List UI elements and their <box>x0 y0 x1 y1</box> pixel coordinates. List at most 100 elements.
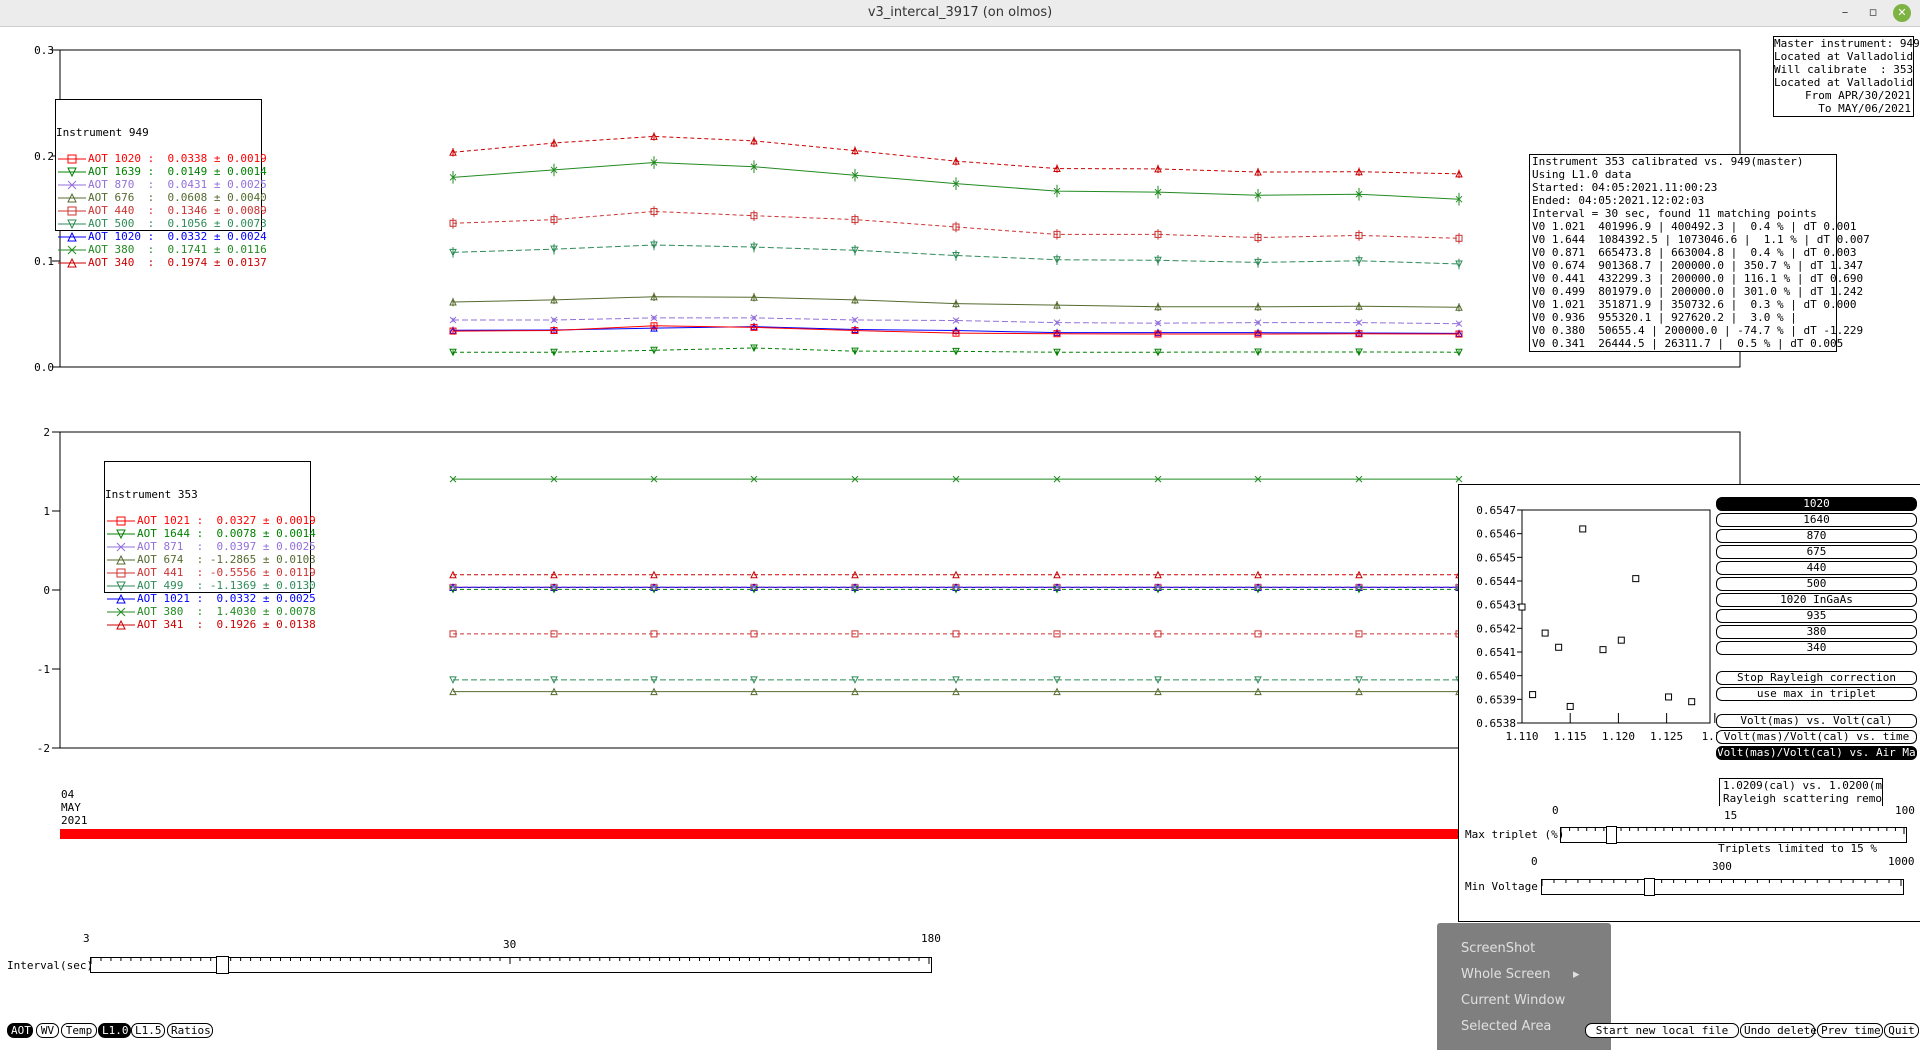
bottom-plot-y-axis: 2 1 0 -1 -2 <box>37 426 60 755</box>
interval-slider-thumb[interactable] <box>216 956 229 974</box>
top-legend-entry: AOT 870 : 0.0431 ± 0.0025 <box>56 178 267 191</box>
legend-label: AOT 340 : 0.1974 ± 0.0137 <box>88 256 267 269</box>
legend-swatch <box>107 607 135 617</box>
date-label: 04 MAY 2021 <box>61 788 88 827</box>
plot-mode-button-3[interactable]: Volt(mas)/Volt(cal) vs. Air Mass <box>1716 746 1917 760</box>
quit-button[interactable]: Quit <box>1884 1023 1919 1038</box>
mode-button-aot[interactable]: AOT <box>7 1023 33 1038</box>
info-line: Located at Valladolid <box>1774 76 1914 89</box>
max-triplet-status: Triplets limited to 15 % <box>1718 842 1877 855</box>
stop-rayleigh-button[interactable]: Stop Rayleigh correction <box>1716 671 1917 685</box>
wavelength-button-675[interactable]: 675 <box>1716 545 1917 559</box>
legend-label: AOT 380 : 0.1741 ± 0.0116 <box>88 243 267 256</box>
wavelength-button-935[interactable]: 935 <box>1716 609 1917 623</box>
max-triplet-tick-mid: 15 <box>1724 809 1738 822</box>
wavelength-button-870[interactable]: 870 <box>1716 529 1917 543</box>
top-legend-entry: AOT 1020 : 0.0338 ± 0.0019 <box>56 152 267 165</box>
info-line: Started: 04:05:2021.11:00:23 <box>1532 181 1718 194</box>
min-voltage-slider-thumb[interactable] <box>1644 878 1655 896</box>
bottom-legend-entry: AOT 341 : 0.1926 ± 0.0138 <box>105 618 316 631</box>
info-line: V0 0.441 432299.3 | 200000.0 | 116.1 % |… <box>1532 272 1864 285</box>
mode-button-ratios[interactable]: Ratios <box>167 1023 213 1038</box>
legend-label: AOT 441 : -0.5556 ± 0.0119 <box>137 566 316 579</box>
menu-item-selected-area[interactable]: Selected Area <box>1461 1019 1551 1034</box>
wavelength-button-380[interactable]: 380 <box>1716 625 1917 639</box>
top-series-line <box>449 292 1463 312</box>
legend-swatch <box>107 542 135 552</box>
top-legend-entry: AOT 500 : 0.1056 ± 0.0073 <box>56 217 267 230</box>
bottom-series-line <box>449 475 1463 483</box>
prev-time-button[interactable]: Prev time <box>1817 1023 1883 1038</box>
y-tick-label: -2 <box>37 742 50 755</box>
y-tick-label: 0.1 <box>34 255 54 268</box>
menu-item-screenshot[interactable]: ScreenShot <box>1461 941 1535 956</box>
legend-swatch <box>58 180 86 190</box>
wavelength-button-500[interactable]: 500 <box>1716 577 1917 591</box>
wavelength-button-1640[interactable]: 1640 <box>1716 513 1917 527</box>
info-line: V0 0.380 50655.4 | 200000.0 | -74.7 % | … <box>1532 324 1864 337</box>
top-series-line <box>449 344 1463 357</box>
top-legend-entry: AOT 380 : 0.1741 ± 0.0116 <box>56 243 267 256</box>
top-series-line <box>449 322 1463 338</box>
legend-swatch <box>107 568 135 578</box>
mode-button-l1-5[interactable]: L1.5 <box>131 1023 165 1038</box>
legend-swatch <box>107 554 135 565</box>
plot-mode-button-1[interactable]: Volt(mas) vs. Volt(cal) <box>1716 714 1917 728</box>
menu-item-current-window[interactable]: Current Window <box>1461 993 1565 1008</box>
top-plot-series <box>449 132 1463 357</box>
y-tick-label: 2 <box>43 426 50 439</box>
legend-label: AOT 1021 : 0.0327 ± 0.0019 <box>137 514 316 527</box>
y-tick-label: 0 <box>43 584 50 597</box>
interval-tick-max: 180 <box>921 932 941 945</box>
use-max-triplet-button[interactable]: use max in triplet <box>1716 687 1917 701</box>
wavelength-button-1020[interactable]: 1020 <box>1716 497 1917 511</box>
info-line: Located at Valladolid <box>1774 50 1914 63</box>
interval-tick-min: 3 <box>83 932 90 945</box>
wavelength-button-1020-ingaas[interactable]: 1020 InGaAs <box>1716 593 1917 607</box>
mode-button-wv[interactable]: WV <box>36 1023 59 1038</box>
interval-tick-mid: 30 <box>503 938 517 951</box>
time-coverage-bar <box>60 829 1460 839</box>
calibration-info-box: Instrument 353 calibrated vs. 949(master… <box>1529 154 1870 352</box>
max-triplet-slider-thumb[interactable] <box>1606 826 1617 844</box>
info-line: To MAY/06/2021 <box>1818 102 1911 115</box>
legend-swatch <box>58 245 86 255</box>
bottom-series-line <box>449 687 1463 696</box>
y-tick-label: 0.2 <box>34 150 54 163</box>
legend-label: AOT 1020 : 0.0332 ± 0.0024 <box>88 230 267 243</box>
min-voltage-tick-mid: 300 <box>1712 860 1732 873</box>
mode-button-l1-0[interactable]: L1.0 <box>98 1023 131 1038</box>
legend-swatch <box>107 529 135 540</box>
top-plot-frame <box>59 49 1741 368</box>
undo-delete-button[interactable]: Undo delete <box>1740 1023 1817 1038</box>
start-new-local-file-button[interactable]: Start new local file <box>1585 1023 1739 1038</box>
legend-label: AOT 870 : 0.0431 ± 0.0025 <box>88 178 267 191</box>
wavelength-button-340[interactable]: 340 <box>1716 641 1917 655</box>
legend-label: AOT 1644 : 0.0078 ± 0.0014 <box>137 527 316 540</box>
y-tick-label: -1 <box>37 663 50 676</box>
plot-mode-button-2[interactable]: Volt(mas)/Volt(cal) vs. time <box>1716 730 1917 744</box>
info-line: Master instrument: 949 <box>1774 37 1920 50</box>
bottom-legend-entry: AOT 441 : -0.5556 ± 0.0119 <box>105 566 316 579</box>
min-voltage-slider-track[interactable] <box>1541 879 1904 895</box>
info-line: V0 0.341 26444.5 | 26311.7 | 0.5 % | dT … <box>1532 337 1844 350</box>
bottom-series-line <box>449 676 1463 684</box>
bottom-legend-entry: AOT 1021 : 0.0332 ± 0.0025 <box>105 592 316 605</box>
bottom-plot-legend: Instrument 353 AOT 1021 : 0.0327 ± 0.001… <box>104 461 316 631</box>
min-voltage-tick-min: 0 <box>1531 855 1538 868</box>
info-line: Interval = 30 sec, found 11 matching poi… <box>1532 207 1817 220</box>
min-voltage-tick-max: 1000 <box>1888 855 1915 868</box>
top-legend-title: Instrument 949 <box>56 126 149 139</box>
mode-button-temp[interactable]: Temp <box>61 1023 97 1038</box>
wavelength-button-440[interactable]: 440 <box>1716 561 1917 575</box>
legend-label: AOT 676 : 0.0608 ± 0.0040 <box>88 191 267 204</box>
legend-swatch <box>58 219 86 230</box>
legend-swatch <box>58 167 86 178</box>
top-series-line <box>449 239 1463 270</box>
top-legend-entry: AOT 1020 : 0.0332 ± 0.0024 <box>56 230 267 243</box>
y-tick-label: 1 <box>43 505 50 518</box>
legend-label: AOT 440 : 0.1346 ± 0.0089 <box>88 204 267 217</box>
legend-swatch <box>58 192 86 203</box>
bottom-legend-entry: AOT 1644 : 0.0078 ± 0.0014 <box>105 527 316 540</box>
menu-item-whole-screen[interactable]: Whole Screen <box>1461 967 1550 982</box>
